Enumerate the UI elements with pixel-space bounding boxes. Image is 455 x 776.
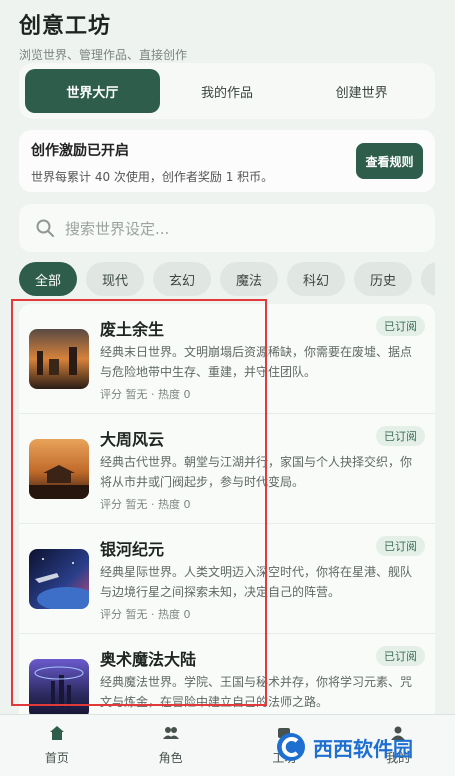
nav-item-characters[interactable]: 角色: [114, 715, 228, 776]
incentive-notice: 创作激励已开启 世界每累计 40 次使用，创作者奖励 1 积币。 查看规则: [19, 130, 435, 192]
category-chip-modern[interactable]: 现代: [86, 262, 144, 296]
category-chip-magic[interactable]: 魔法: [220, 262, 278, 296]
world-title: 奥术魔法大陆: [100, 650, 197, 669]
nav-label: 首页: [44, 751, 69, 765]
world-meta: 评分 暂无 · 热度 0: [100, 388, 191, 401]
world-description: 经典魔法世界。学院、王国与秘术并存，你将学习元素、咒文与炼金，在冒险中建立自己的…: [100, 675, 413, 709]
category-chips: 全部 现代 玄幻 魔法 科幻 历史 末: [19, 262, 435, 296]
world-description: 经典古代世界。朝堂与江湖并行，家国与个人抉择交织，你将从市井或门阀起步，参与时代…: [100, 455, 413, 489]
world-title: 银河纪元: [100, 540, 165, 559]
page-subtitle: 浏览世界、管理作品、直接创作: [19, 48, 188, 62]
home-icon: [49, 726, 64, 740]
tab-world-hall[interactable]: 世界大厅: [25, 69, 160, 113]
world-thumbnail: [29, 439, 89, 499]
world-description: 经典星际世界。人类文明迈入深空时代，你将在星港、舰队与边境行星之间探索未知，决定…: [100, 565, 413, 599]
world-meta: 评分 暂无 · 热度 0: [100, 608, 191, 621]
world-title: 废土余生: [100, 320, 165, 339]
world-meta: 评分 暂无 · 热度 0: [100, 498, 191, 511]
tab-bar: 世界大厅 我的作品 创建世界: [19, 63, 435, 119]
world-card[interactable]: 废土余生 已订阅 经典末日世界。文明崩塌后资源稀缺，你需要在废墟、据点与危险地带…: [19, 304, 435, 414]
world-list: 废土余生 已订阅 经典末日世界。文明崩塌后资源稀缺，你需要在废墟、据点与危险地带…: [19, 304, 435, 714]
category-chip-scifi[interactable]: 科幻: [287, 262, 345, 296]
subscribed-badge: 已订阅: [376, 536, 425, 556]
world-thumbnail: [29, 659, 89, 714]
page-title: 创意工坊: [19, 14, 112, 39]
category-chip-history[interactable]: 历史: [354, 262, 412, 296]
search-icon: [36, 219, 54, 237]
world-thumbnail: [29, 549, 89, 609]
view-rules-button[interactable]: 查看规则: [356, 143, 423, 179]
watermark-logo-icon: [277, 733, 305, 761]
subscribed-badge: 已订阅: [376, 646, 425, 666]
category-chip-apocalypse[interactable]: 末: [421, 262, 435, 296]
users-icon: [162, 727, 179, 739]
watermark: 西西软件园: [275, 730, 435, 764]
world-card[interactable]: 银河纪元 已订阅 经典星际世界。人类文明迈入深空时代，你将在星港、舰队与边境行星…: [19, 524, 435, 634]
subscribed-badge: 已订阅: [376, 426, 425, 446]
world-title: 大周风云: [100, 430, 165, 449]
world-description: 经典末日世界。文明崩塌后资源稀缺，你需要在废墟、据点与危险地带中生存、重建，并守…: [100, 345, 413, 379]
category-chip-all[interactable]: 全部: [19, 262, 77, 296]
page-header: 创意工坊 浏览世界、管理作品、直接创作: [19, 8, 187, 63]
tab-create-world[interactable]: 创建世界: [294, 69, 429, 113]
search-bar[interactable]: 搜索世界设定...: [19, 204, 435, 252]
world-thumbnail: [29, 329, 89, 389]
nav-item-home[interactable]: 首页: [0, 715, 114, 776]
world-card[interactable]: 大周风云 已订阅 经典古代世界。朝堂与江湖并行，家国与个人抉择交织，你将从市井或…: [19, 414, 435, 524]
tab-my-works[interactable]: 我的作品: [160, 69, 295, 113]
watermark-text: 西西软件园: [313, 736, 413, 761]
search-input[interactable]: 搜索世界设定...: [65, 218, 169, 239]
category-chip-fantasy[interactable]: 玄幻: [153, 262, 211, 296]
subscribed-badge: 已订阅: [376, 316, 425, 336]
nav-label: 角色: [158, 751, 183, 765]
world-card[interactable]: 奥术魔法大陆 已订阅 经典魔法世界。学院、王国与秘术并存，你将学习元素、咒文与炼…: [19, 634, 435, 714]
